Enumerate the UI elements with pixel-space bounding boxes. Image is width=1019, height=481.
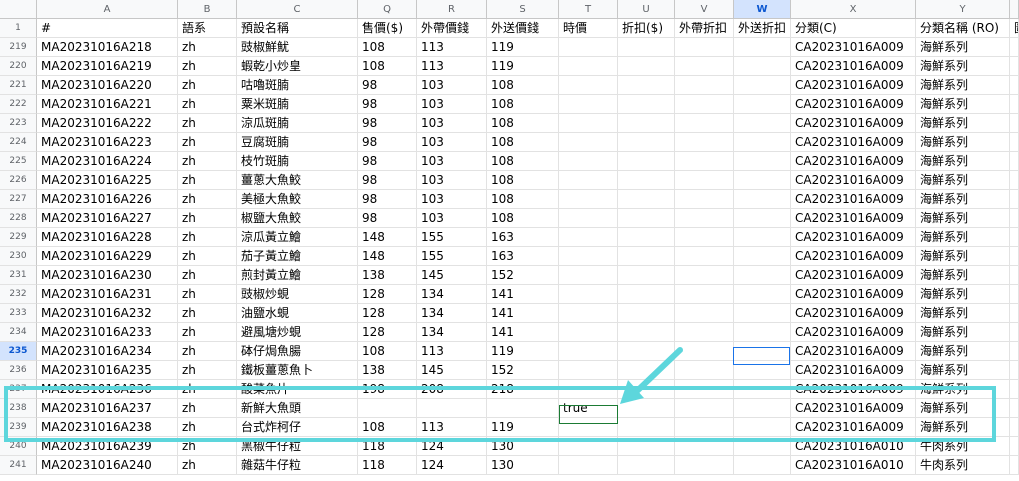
spreadsheet: ABCQRSTUVWXY 1 # 語系 預設名稱 售價($) 外帶價錢 外送價錢 時價 折扣($… — [0, 0, 1019, 481]
annotation-arrow — [620, 347, 683, 404]
